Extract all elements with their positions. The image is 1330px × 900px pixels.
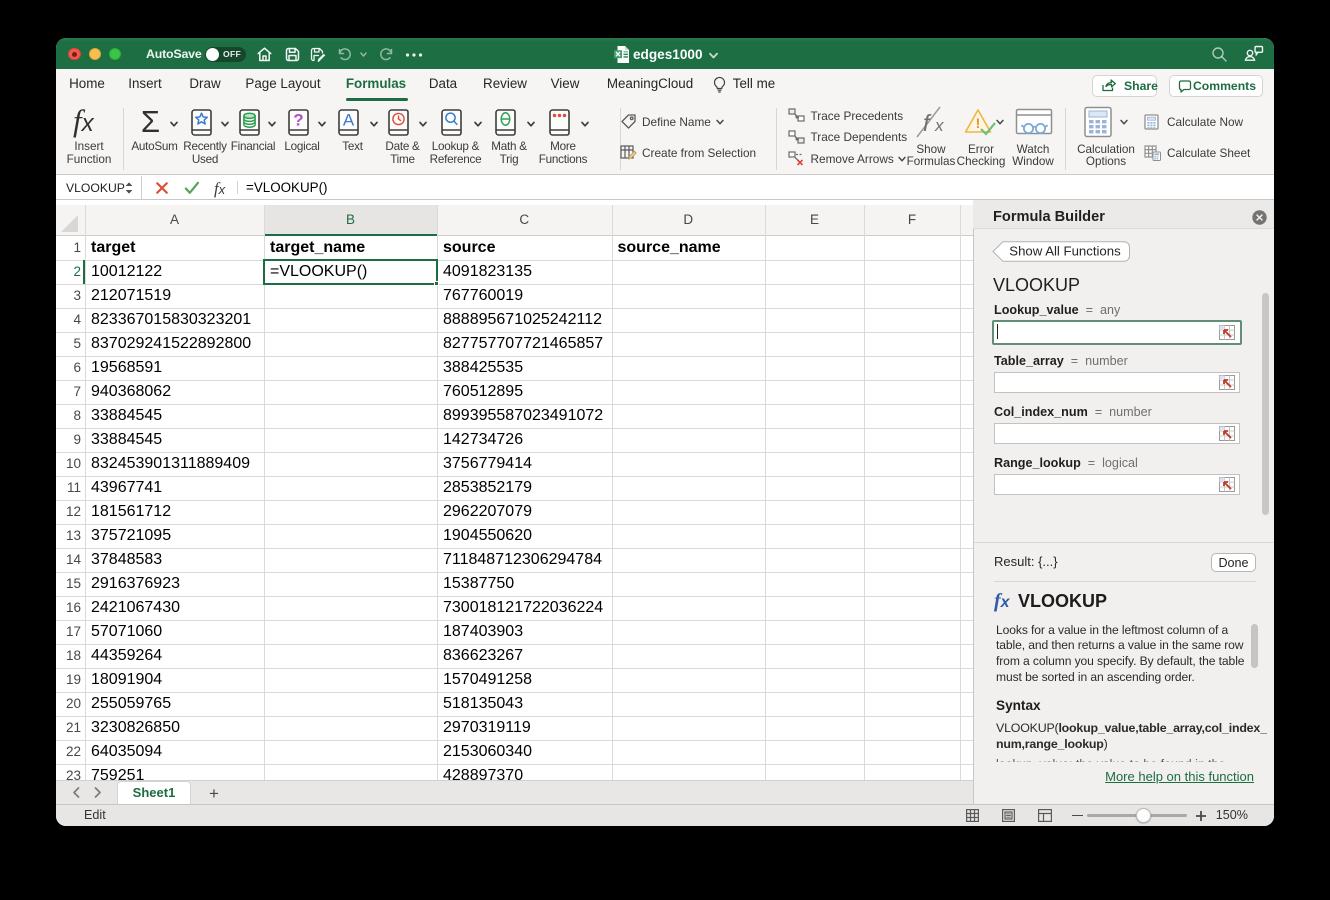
svg-text:?: ? (293, 111, 303, 130)
svg-text:f: f (923, 110, 932, 136)
svg-text:!: ! (976, 115, 981, 131)
svg-text:A: A (343, 111, 355, 130)
svg-text:Show All Functions: Show All Functions (1009, 244, 1121, 259)
svg-text:x: x (934, 116, 944, 135)
